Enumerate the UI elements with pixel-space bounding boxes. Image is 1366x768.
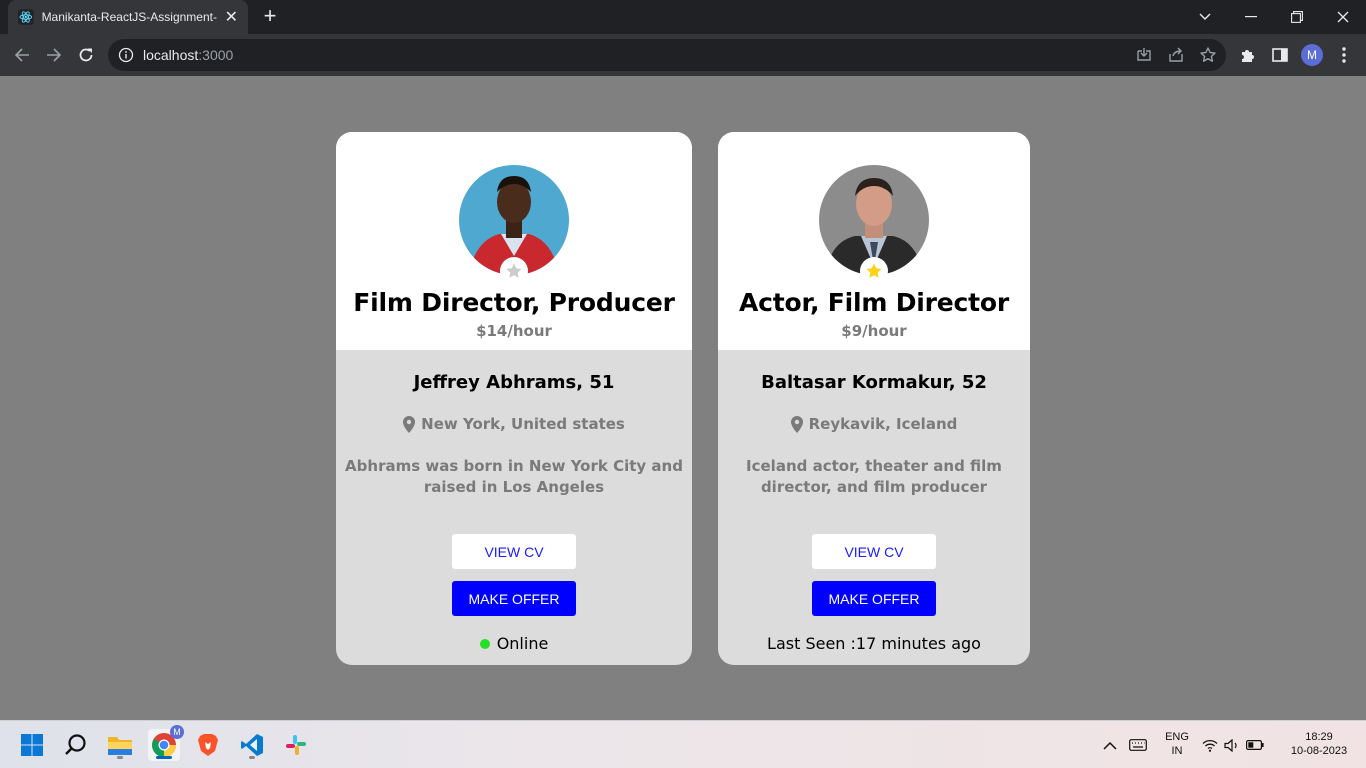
profession-title: Film Director, Producer	[353, 288, 675, 317]
bookmark-star-icon[interactable]	[1199, 46, 1217, 64]
person-name: Baltasar Kormakur, 52	[761, 372, 987, 393]
running-indicator	[117, 756, 123, 759]
online-dot-icon	[479, 638, 490, 649]
make-offer-button[interactable]: MAKE OFFER	[812, 581, 936, 616]
back-icon[interactable]	[10, 43, 34, 67]
profile-card: Film Director, Producer $14/hour Jeffrey…	[336, 132, 692, 665]
taskbar: M ENG IN 18:29 10-08-2023	[0, 720, 1366, 768]
status: Last Seen :17 minutes ago	[718, 634, 1030, 653]
address-bar[interactable]: localhost:3000	[108, 39, 1226, 71]
side-panel-icon[interactable]	[1271, 46, 1289, 64]
keyboard-icon[interactable]	[1122, 729, 1154, 761]
running-indicator	[249, 756, 255, 759]
volume-icon	[1224, 738, 1237, 752]
card-header: Film Director, Producer $14/hour	[336, 132, 692, 350]
make-offer-button[interactable]: MAKE OFFER	[452, 581, 576, 616]
location-text: Reykavik, Iceland	[808, 415, 958, 433]
brave-icon[interactable]	[192, 729, 224, 761]
browser-tab[interactable]: Manikanta-ReactJS-Assignment- ✕	[8, 0, 248, 34]
chrome-profile-badge: M	[170, 725, 184, 739]
profile-card: Actor, Film Director $9/hour Baltasar Ko…	[718, 132, 1030, 665]
browser-tab-strip: Manikanta-ReactJS-Assignment- ✕ +	[0, 0, 1366, 34]
status: Online	[336, 634, 692, 653]
extensions-icon[interactable]	[1239, 46, 1257, 64]
forward-icon[interactable]	[42, 43, 66, 67]
card-header: Actor, Film Director $9/hour	[718, 132, 1030, 350]
tab-search-chevron-icon[interactable]	[1182, 0, 1228, 34]
new-tab-icon[interactable]: +	[258, 5, 282, 29]
react-icon	[18, 9, 34, 25]
status-text: Last Seen :17 minutes ago	[767, 634, 981, 653]
close-window-icon[interactable]	[1320, 0, 1366, 34]
start-windows-icon[interactable]	[16, 729, 48, 761]
hourly-rate: $9/hour	[841, 322, 907, 340]
minimize-icon[interactable]	[1228, 0, 1274, 34]
view-cv-button[interactable]: VIEW CV	[452, 534, 576, 569]
person-name: Jeffrey Abhrams, 51	[413, 372, 615, 393]
system-tray[interactable]	[1202, 729, 1264, 761]
profession-title: Actor, Film Director	[739, 288, 1009, 317]
location-text: New York, United states	[421, 415, 625, 433]
favorite-star-icon[interactable]	[860, 257, 888, 285]
browser-toolbar: localhost:3000 M	[0, 34, 1366, 76]
view-cv-button[interactable]: VIEW CV	[812, 534, 936, 569]
site-info-icon[interactable]	[118, 47, 134, 63]
slack-icon[interactable]	[280, 729, 312, 761]
favorite-star-icon[interactable]	[500, 257, 528, 285]
vscode-icon[interactable]	[236, 729, 268, 761]
page-content: Film Director, Producer $14/hour Jeffrey…	[0, 76, 1366, 720]
wifi-icon	[1202, 739, 1218, 752]
battery-icon	[1246, 740, 1264, 750]
person-description: Abhrams was born in New York City and ra…	[345, 457, 683, 496]
location: Reykavik, Iceland	[718, 415, 1030, 433]
hourly-rate: $14/hour	[476, 322, 552, 340]
location-pin-icon	[790, 415, 803, 433]
status-text: Online	[496, 634, 549, 653]
clock[interactable]: 18:29 10-08-2023	[1280, 730, 1358, 758]
reload-icon[interactable]	[74, 43, 98, 67]
restore-icon[interactable]	[1274, 0, 1320, 34]
tab-title: Manikanta-ReactJS-Assignment-	[41, 10, 217, 24]
file-explorer-icon[interactable]	[104, 729, 136, 761]
chrome-icon[interactable]: M	[148, 725, 184, 761]
profile-avatar[interactable]: M	[1301, 44, 1323, 66]
running-indicator	[156, 756, 172, 759]
location-pin-icon	[403, 415, 416, 433]
tab-close-icon[interactable]: ✕	[225, 9, 238, 25]
url-text: localhost:3000	[143, 47, 234, 63]
more-menu-icon[interactable]	[1336, 45, 1352, 65]
search-icon[interactable]	[60, 729, 92, 761]
person-description: Iceland actor, theater and film director…	[746, 457, 1002, 496]
share-icon[interactable]	[1167, 46, 1185, 64]
language-indicator[interactable]: ENG IN	[1160, 730, 1194, 758]
location: New York, United states	[336, 415, 692, 433]
install-app-icon[interactable]	[1135, 46, 1153, 64]
